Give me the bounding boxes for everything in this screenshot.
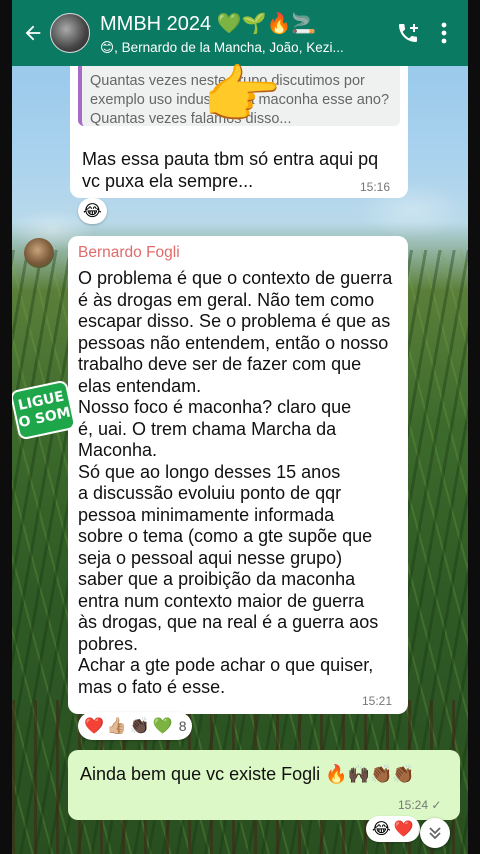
message-line: pessoa minimamente informada	[78, 504, 335, 525]
reaction-emoji: 👍🏼	[106, 718, 127, 735]
message-line: sobre o tema (como a gte supõe que	[78, 526, 373, 546]
reaction-emoji: ❤️	[84, 718, 104, 735]
message-line: entra num contexto maior de guerra	[78, 590, 365, 611]
message-reactions[interactable]: 😂 ❤️	[366, 816, 420, 842]
more-options-icon[interactable]	[426, 13, 462, 53]
reaction-emoji: 😂	[83, 203, 102, 220]
message-line: é, uai. O trem chama Marcha da	[78, 418, 337, 439]
sender-name: Bernardo Fogli	[78, 244, 180, 261]
back-arrow-icon[interactable]	[18, 13, 48, 53]
message-line: escapar disso. Se o problema é que as	[78, 311, 391, 331]
scroll-down-button[interactable]	[420, 818, 450, 848]
message-body: O problema é que o contexto de guerra é …	[78, 268, 404, 698]
message-line: Achar a gte pode achar o que quiser,	[78, 655, 374, 675]
message-line: saber que a proibição da maconha	[78, 569, 356, 589]
message-line: é às drogas em geral. Não tem como	[78, 289, 375, 310]
message-line: pessoas não entendem, então o nosso	[78, 332, 389, 353]
message-time: 15:16	[360, 180, 391, 194]
message-line: a discussão evoluiu ponto de qqr	[78, 483, 342, 503]
message-line: trabalho deve ser de fazer com que	[78, 354, 362, 374]
reaction-count: 8	[178, 718, 187, 734]
group-avatar[interactable]	[50, 13, 90, 53]
message-line: mas o fato é esse.	[78, 676, 226, 697]
reaction-emoji: ❤️	[393, 821, 414, 838]
message-bubble-incoming[interactable]: Bernardo Fogli O problema é que o contex…	[68, 236, 408, 714]
reaction-emoji: 💚	[152, 718, 173, 735]
message-line: seja o pessoal aqui nesse grupo)	[78, 547, 343, 568]
chat-screen: MMBH 2024 💚🌱🔥🚬 😊, Bernardo de la Mancha,…	[12, 0, 468, 854]
message-line: Maconha.	[78, 440, 158, 460]
message-time: 15:24 ✓	[398, 798, 442, 812]
group-title: MMBH 2024 💚🌱🔥🚬	[100, 12, 317, 35]
reaction-emoji: 😂	[372, 821, 391, 838]
chat-header: MMBH 2024 💚🌱🔥🚬 😊, Bernardo de la Mancha,…	[12, 0, 468, 66]
group-info[interactable]: MMBH 2024 💚🌱🔥🚬 😊, Bernardo de la Mancha,…	[100, 11, 390, 56]
message-text: Ainda bem que vc existe Fogli 🔥🙌🏿👏🏾👏🏾	[80, 764, 415, 784]
reaction-emoji: 👏🏿	[129, 718, 150, 735]
group-members: 😊, Bernardo de la Mancha, João, Kezi...	[100, 39, 344, 55]
message-line: pobres.	[78, 633, 139, 654]
message-time: 15:21	[362, 694, 393, 708]
message-line: Nosso foco é maconha? claro que	[78, 397, 352, 417]
message-line: às drogas, que na real é a guerra aos	[78, 612, 379, 632]
message-bubble-outgoing[interactable]: Ainda bem que vc existe Fogli 🔥🙌🏿👏🏾👏🏾 15…	[68, 750, 460, 820]
add-call-icon[interactable]	[390, 13, 426, 53]
message-text: Mas essa pauta tbm só entra aqui pq vc p…	[82, 149, 379, 191]
message-reactions[interactable]: ❤️ 👍🏼 👏🏿 💚 8	[78, 712, 193, 740]
sender-avatar[interactable]	[24, 238, 54, 268]
message-line: elas entendam.	[78, 375, 202, 396]
message-line: O problema é que o contexto de guerra	[78, 268, 393, 288]
double-chevron-down-icon	[429, 827, 441, 840]
message-line: Só que ao longo desses 15 anos	[78, 461, 341, 482]
message-reactions[interactable]: 😂	[78, 198, 107, 224]
pointing-hand-overlay: 👉	[202, 59, 282, 131]
